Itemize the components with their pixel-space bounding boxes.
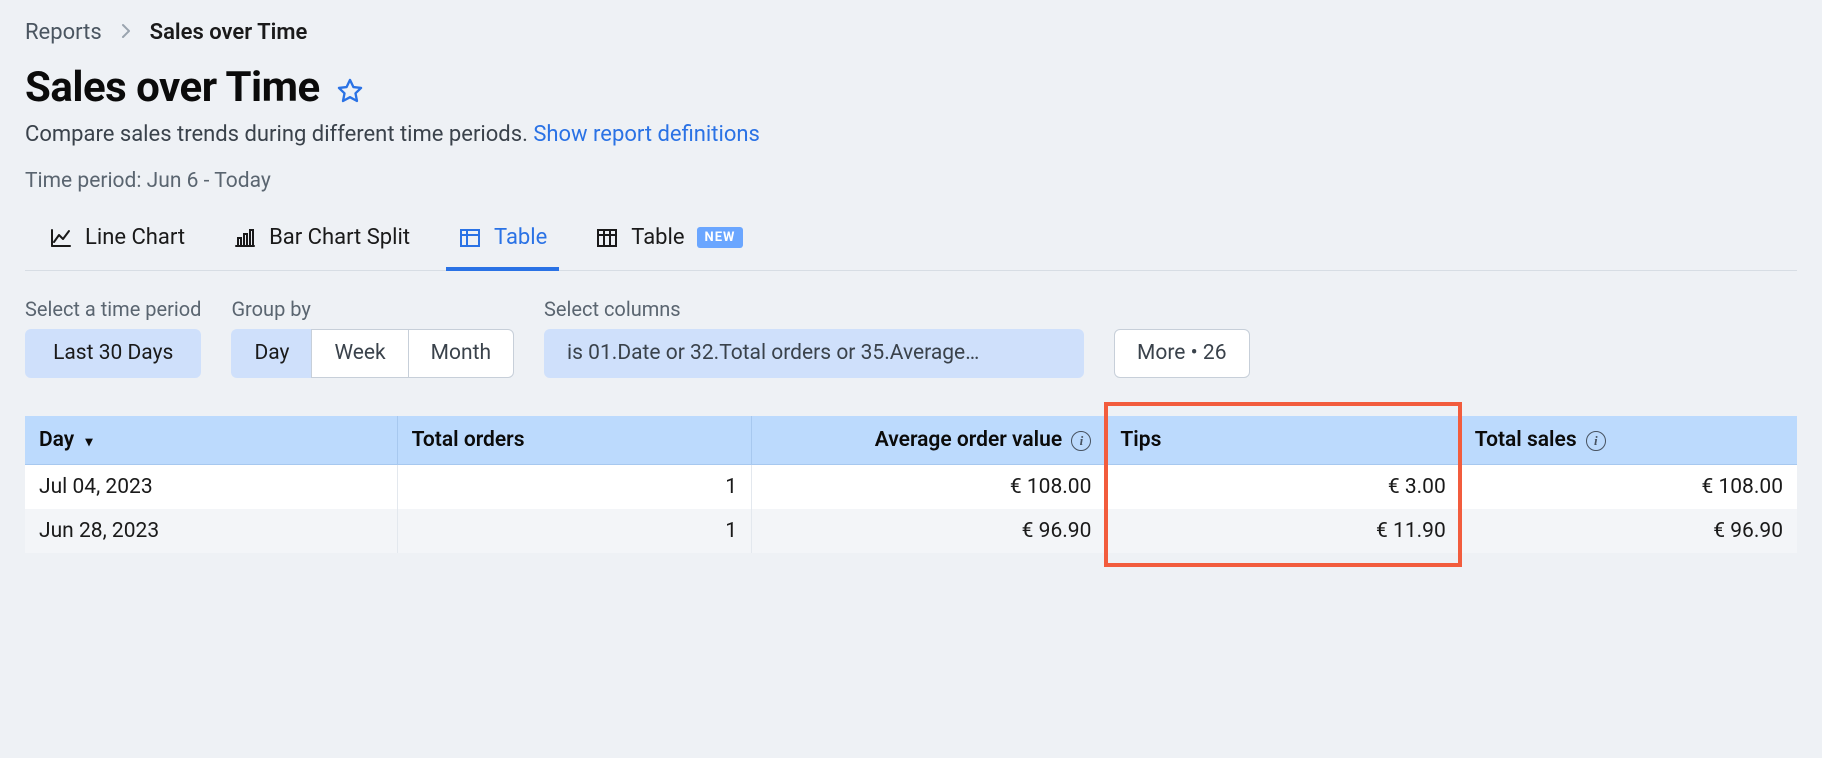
group-by-week[interactable]: Week: [311, 329, 407, 378]
table-row: Jun 28, 2023 1 € 96.90 € 11.90 € 96.90: [25, 509, 1797, 553]
col-label: Average order value: [875, 428, 1062, 452]
info-icon[interactable]: i: [1586, 431, 1606, 451]
breadcrumb-current: Sales over Time: [150, 20, 308, 45]
table-icon: [595, 226, 619, 250]
cell-total-sales: € 96.90: [1460, 509, 1797, 553]
new-badge: NEW: [697, 227, 744, 248]
table-header-row: Day ▾ Total orders Average order value i…: [25, 416, 1797, 465]
chevron-right-icon: [120, 23, 132, 43]
col-day[interactable]: Day ▾: [25, 416, 397, 465]
cell-total-orders: 1: [397, 465, 751, 510]
more-filters-button[interactable]: More • 26: [1114, 329, 1249, 378]
breadcrumb: Reports Sales over Time: [25, 20, 1797, 45]
col-total-sales[interactable]: Total sales i: [1460, 416, 1797, 465]
chevron-down-icon: ▾: [85, 434, 92, 450]
tabs: Line Chart Bar Chart Split Table Table N…: [25, 217, 1797, 271]
filter-label: Group by: [231, 297, 514, 321]
filter-more: More • 26: [1114, 297, 1249, 378]
tab-table-new[interactable]: Table NEW: [593, 217, 745, 270]
col-label: Total orders: [412, 428, 525, 452]
filter-label: [1114, 297, 1249, 321]
col-aov[interactable]: Average order value i: [752, 416, 1106, 465]
filter-label: Select columns: [544, 297, 1084, 321]
time-period-button[interactable]: Last 30 Days: [25, 329, 201, 378]
tab-line-chart[interactable]: Line Chart: [47, 217, 187, 270]
select-columns-button[interactable]: is 01.Date or 32.Total orders or 35.Aver…: [544, 329, 1084, 378]
cell-tips: € 11.90: [1106, 509, 1460, 553]
cell-tips: € 3.00: [1106, 465, 1460, 510]
sales-table: Day ▾ Total orders Average order value i…: [25, 416, 1797, 553]
cell-total-sales: € 108.00: [1460, 465, 1797, 510]
col-total-orders[interactable]: Total orders: [397, 416, 751, 465]
filter-group-by: Group by Day Week Month: [231, 297, 514, 378]
filter-label: Select a time period: [25, 297, 201, 321]
col-label: Tips: [1120, 428, 1161, 452]
filters-row: Select a time period Last 30 Days Group …: [25, 297, 1797, 378]
page-subtitle: Compare sales trends during different ti…: [25, 122, 1797, 147]
filter-select-columns: Select columns is 01.Date or 32.Total or…: [544, 297, 1084, 378]
breadcrumb-root[interactable]: Reports: [25, 20, 102, 45]
cell-aov: € 96.90: [752, 509, 1106, 553]
page-title: Sales over Time: [25, 63, 320, 112]
bar-chart-icon: [233, 226, 257, 250]
group-by-day[interactable]: Day: [231, 329, 311, 378]
tab-table-active[interactable]: Table: [456, 217, 549, 270]
filter-time-period: Select a time period Last 30 Days: [25, 297, 201, 378]
show-definitions-link[interactable]: Show report definitions: [533, 122, 760, 147]
tab-label: Line Chart: [85, 225, 185, 250]
cell-aov: € 108.00: [752, 465, 1106, 510]
table-row: Jul 04, 2023 1 € 108.00 € 3.00 € 108.00: [25, 465, 1797, 510]
table-wrap: Day ▾ Total orders Average order value i…: [25, 416, 1797, 553]
group-by-segmented: Day Week Month: [231, 329, 514, 378]
cell-day: Jul 04, 2023: [25, 465, 397, 510]
col-label: Total sales: [1475, 428, 1577, 452]
group-by-month[interactable]: Month: [408, 329, 514, 378]
col-label: Day: [39, 428, 74, 452]
subtitle-text: Compare sales trends during different ti…: [25, 122, 533, 147]
tab-label: Table: [631, 225, 684, 250]
tab-bar-chart-split[interactable]: Bar Chart Split: [231, 217, 412, 270]
line-chart-icon: [49, 226, 73, 250]
cell-day: Jun 28, 2023: [25, 509, 397, 553]
title-row: Sales over Time: [25, 63, 1797, 112]
time-period-caption: Time period: Jun 6 - Today: [25, 169, 1797, 193]
col-tips[interactable]: Tips: [1106, 416, 1460, 465]
star-outline-icon[interactable]: [336, 77, 364, 105]
tab-label: Table: [494, 225, 547, 250]
tab-label: Bar Chart Split: [269, 225, 410, 250]
info-icon[interactable]: i: [1071, 431, 1091, 451]
cell-total-orders: 1: [397, 509, 751, 553]
table-icon: [458, 226, 482, 250]
